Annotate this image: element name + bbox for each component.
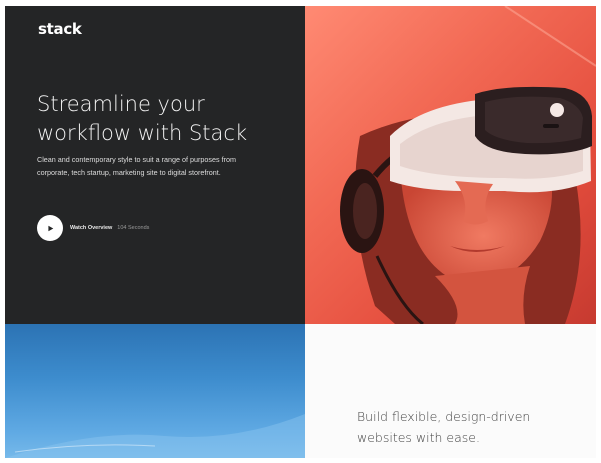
sky-image bbox=[5, 324, 305, 458]
feature-headline: Build flexible, design-driven websites w… bbox=[357, 409, 531, 445]
vr-headset-image bbox=[305, 6, 596, 324]
feature-section: Build flexible, design-driven websites w… bbox=[305, 324, 596, 458]
hero-panel: stack Streamline your workflow with Stac… bbox=[5, 6, 305, 324]
sky-illustration bbox=[5, 414, 305, 458]
play-icon bbox=[47, 225, 53, 231]
watch-duration: 104 Seconds bbox=[117, 225, 150, 231]
watch-overview[interactable]: Watch Overview 104 Seconds bbox=[37, 214, 149, 242]
watch-overview-label[interactable]: Watch Overview bbox=[70, 225, 112, 231]
hero-subtext: Clean and contemporary style to suit a r… bbox=[37, 155, 236, 177]
hero-headline: Streamline your workflow with Stack bbox=[37, 92, 248, 145]
page-frame: stack Streamline your workflow with Stac… bbox=[5, 6, 596, 458]
vr-illustration bbox=[340, 6, 596, 324]
play-button[interactable] bbox=[37, 215, 63, 241]
stack-logo[interactable]: stack bbox=[38, 20, 82, 38]
